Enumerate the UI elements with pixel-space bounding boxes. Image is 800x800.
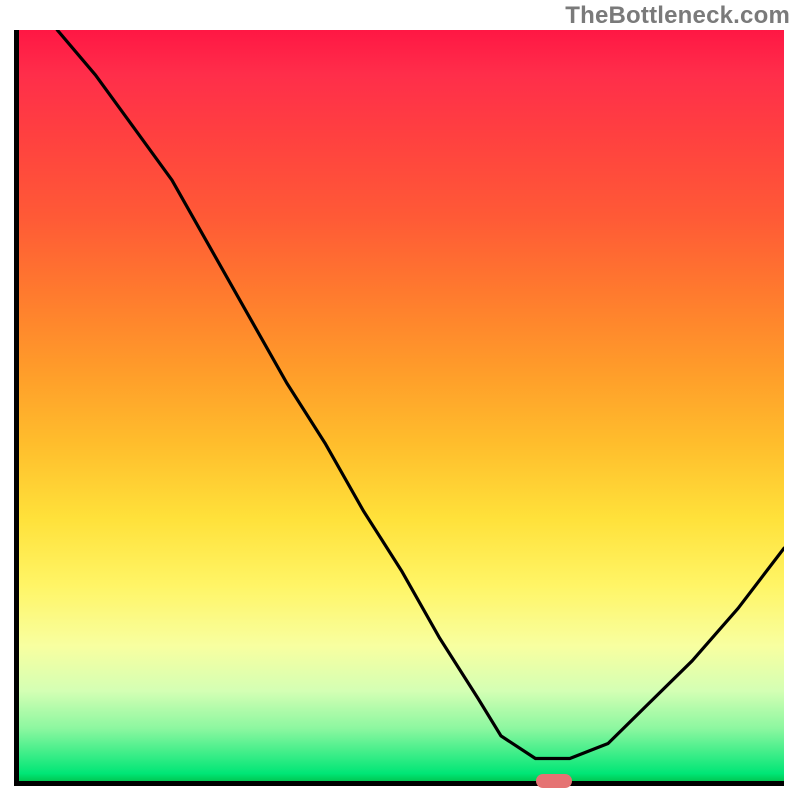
curve-path <box>57 30 784 759</box>
plot-area <box>14 30 784 786</box>
chart-container: TheBottleneck.com <box>0 0 800 800</box>
bottleneck-curve <box>19 30 784 781</box>
minimum-marker <box>536 774 572 788</box>
watermark-text: TheBottleneck.com <box>565 2 790 30</box>
